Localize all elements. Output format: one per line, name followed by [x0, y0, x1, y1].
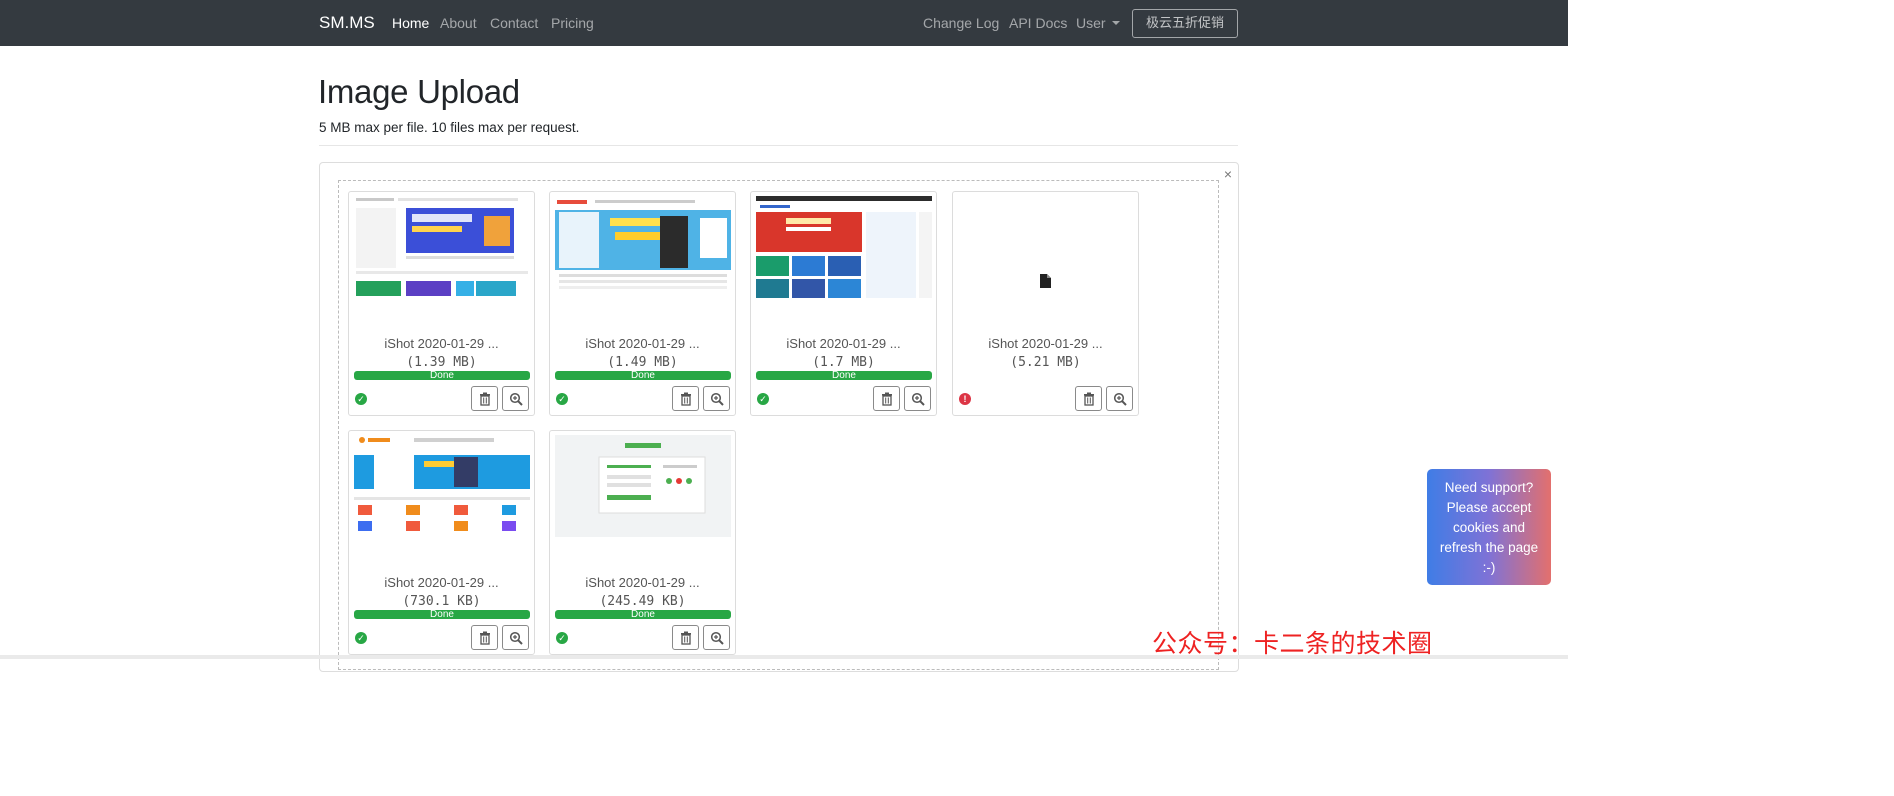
success-icon: ✓ [757, 393, 769, 405]
progress-label: Done [832, 370, 856, 381]
trash-icon [681, 631, 691, 645]
progress-bar: Done [555, 370, 731, 381]
zoom-button[interactable] [703, 625, 730, 650]
success-icon: ✓ [355, 632, 367, 644]
progress-label: Done [430, 609, 454, 620]
progress-bar: Done [756, 370, 932, 381]
progress-bar: Done [354, 609, 530, 620]
success-icon: ✓ [556, 632, 568, 644]
progress-label: Done [631, 370, 655, 381]
top-navbar: SM.MS Home About Contact Pricing Change … [0, 0, 1568, 46]
thumbnail-image [555, 435, 731, 537]
delete-button[interactable] [873, 386, 900, 411]
file-size: (730.1 KB) [402, 594, 481, 609]
file-size: (245.49 KB) [599, 594, 686, 609]
progress-label: Done [430, 370, 454, 381]
delete-button[interactable] [1075, 386, 1102, 411]
support-line: Need support? [1444, 480, 1534, 495]
thumbnail-image [756, 196, 932, 298]
zoom-button[interactable] [502, 625, 529, 650]
divider [319, 145, 1238, 146]
progress-bar: Done [555, 609, 731, 620]
nav-contact[interactable]: Contact [490, 15, 538, 31]
zoom-in-icon [509, 392, 523, 406]
trash-icon [681, 392, 691, 406]
zoom-button[interactable] [502, 386, 529, 411]
delete-button[interactable] [471, 625, 498, 650]
file-name: iShot 2020-01-29 ... [585, 336, 700, 351]
user-dropdown[interactable]: User [1076, 15, 1120, 31]
file-size: (1.49 MB) [607, 355, 678, 370]
file-preview-card: iShot 2020-01-29 ... (245.49 KB) Done ✓ [549, 430, 736, 655]
success-icon: ✓ [556, 393, 568, 405]
file-preview-card: iShot 2020-01-29 ... (1.49 MB) Done ✓ [549, 191, 736, 416]
brand-logo[interactable]: SM.MS [319, 13, 375, 33]
thumbnail-image [354, 435, 530, 537]
support-line: Please accept [1446, 500, 1532, 515]
trash-icon [480, 392, 490, 406]
file-preview-card: iShot 2020-01-29 ... (1.39 MB) Done ✓ [348, 191, 535, 416]
file-name: iShot 2020-01-29 ... [786, 336, 901, 351]
support-line: cookies and [1452, 520, 1526, 535]
trash-icon [882, 392, 892, 406]
support-line: refresh the page [1439, 540, 1539, 555]
file-preview-card: iShot 2020-01-29 ... (5.21 MB) ! [952, 191, 1139, 416]
file-size: (5.21 MB) [1010, 355, 1081, 370]
file-preview-card: iShot 2020-01-29 ... (730.1 KB) Done ✓ [348, 430, 535, 655]
thumbnail-image [555, 196, 731, 298]
file-name: iShot 2020-01-29 ... [585, 575, 700, 590]
success-icon: ✓ [355, 393, 367, 405]
zoom-in-icon [710, 392, 724, 406]
trash-icon [1084, 392, 1094, 406]
nav-pricing[interactable]: Pricing [551, 15, 594, 31]
file-name: iShot 2020-01-29 ... [384, 336, 499, 351]
error-icon: ! [959, 393, 971, 405]
user-dropdown-label: User [1076, 15, 1106, 31]
support-line: :-) [1482, 560, 1496, 575]
file-name: iShot 2020-01-29 ... [988, 336, 1103, 351]
zoom-button[interactable] [703, 386, 730, 411]
zoom-button[interactable] [1106, 386, 1133, 411]
nav-api-docs[interactable]: API Docs [1009, 15, 1067, 31]
trash-icon [480, 631, 490, 645]
file-size: (1.39 MB) [406, 355, 477, 370]
caret-down-icon [1111, 21, 1120, 25]
file-icon [1040, 274, 1051, 293]
zoom-in-icon [1113, 392, 1127, 406]
zoom-in-icon [710, 631, 724, 645]
zoom-in-icon [911, 392, 925, 406]
support-widget[interactable]: Need support? Please accept cookies and … [1427, 469, 1551, 585]
upload-limits-text: 5 MB max per file. 10 files max per requ… [319, 120, 580, 135]
page-title: Image Upload [318, 73, 520, 110]
delete-button[interactable] [672, 386, 699, 411]
progress-bar: Done [354, 370, 530, 381]
nav-home[interactable]: Home [392, 15, 429, 31]
nav-about[interactable]: About [440, 15, 477, 31]
nav-change-log[interactable]: Change Log [923, 15, 999, 31]
zoom-in-icon [509, 631, 523, 645]
delete-button[interactable] [471, 386, 498, 411]
zoom-button[interactable] [904, 386, 931, 411]
delete-button[interactable] [672, 625, 699, 650]
file-name: iShot 2020-01-29 ... [384, 575, 499, 590]
progress-label: Done [631, 609, 655, 620]
thumbnail-image [354, 196, 530, 298]
close-icon[interactable]: × [1218, 164, 1238, 184]
promo-button[interactable]: 极云五折促销 [1132, 9, 1238, 38]
file-size: (1.7 MB) [812, 355, 875, 370]
file-preview-card: iShot 2020-01-29 ... (1.7 MB) Done ✓ [750, 191, 937, 416]
bottom-scrollbar [0, 655, 1568, 659]
